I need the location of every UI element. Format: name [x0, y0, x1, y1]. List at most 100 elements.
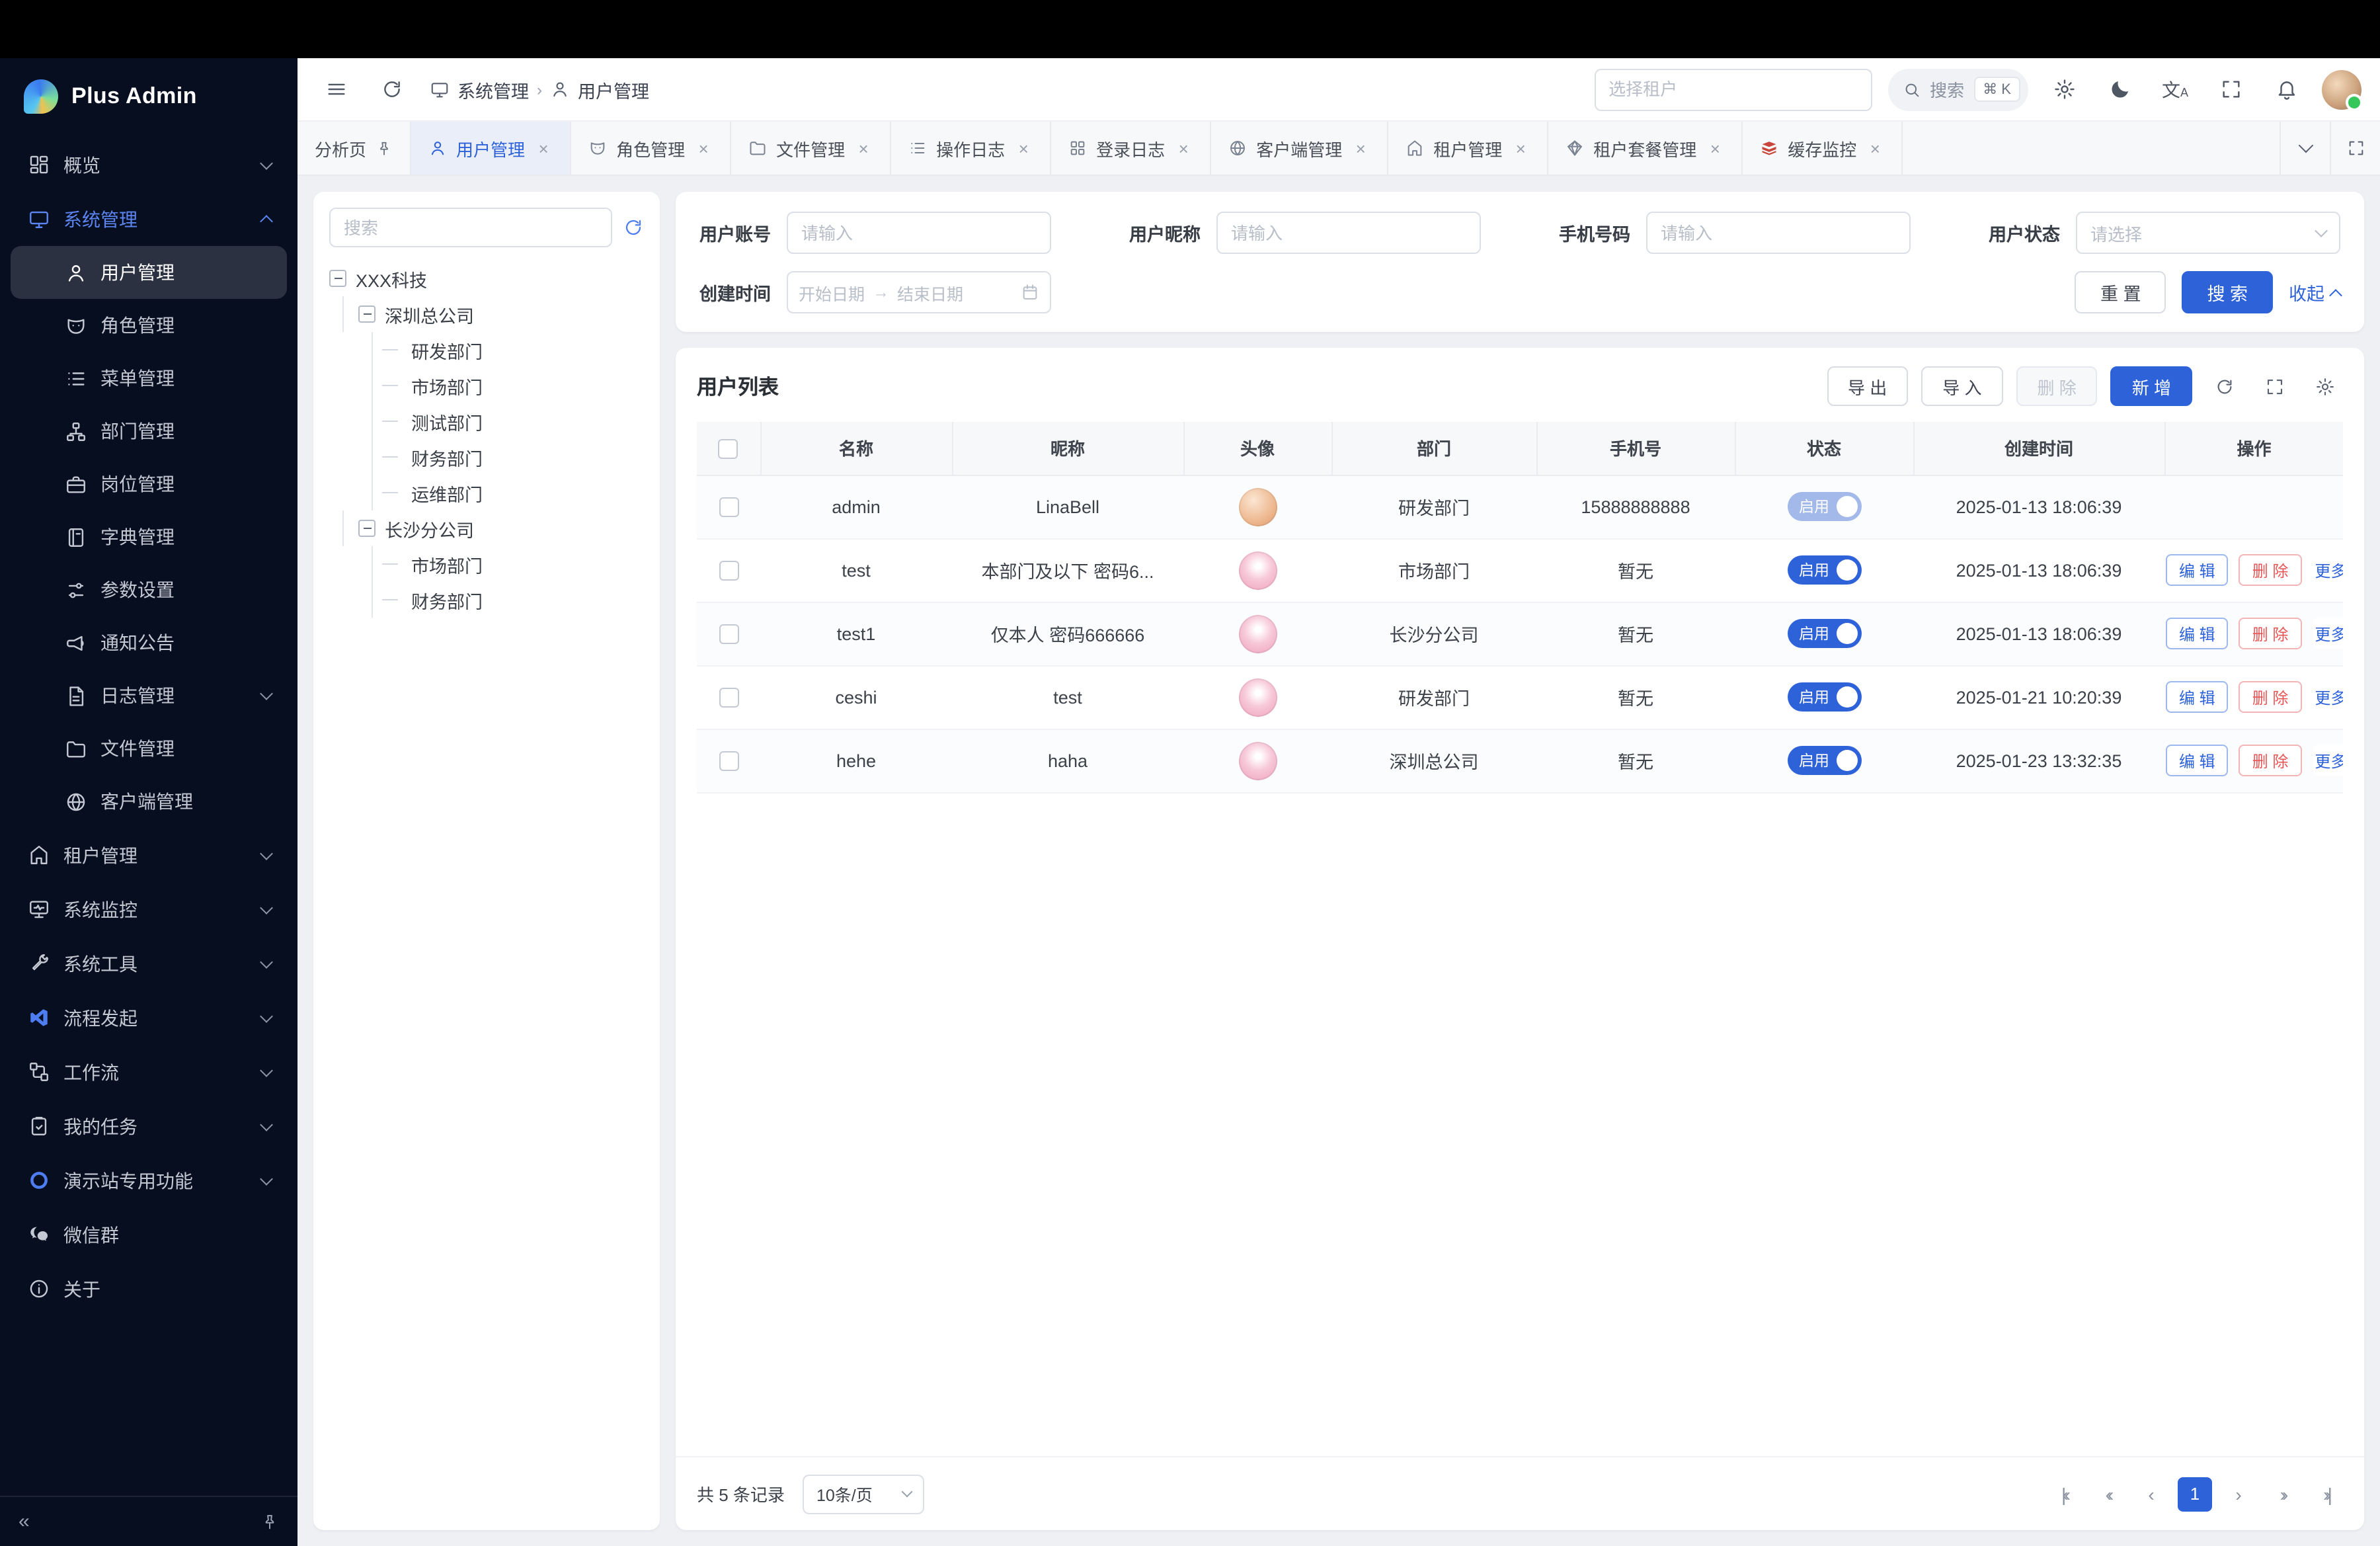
tab-close-icon[interactable]: [534, 138, 553, 158]
sidebar-item[interactable]: 概览: [11, 138, 287, 192]
row-checkbox[interactable]: [719, 751, 738, 771]
tab[interactable]: 分析页: [298, 122, 411, 175]
dark-mode-moon-icon[interactable]: [2100, 69, 2139, 109]
pin-sidebar-icon[interactable]: [260, 1512, 279, 1531]
tenant-select-input[interactable]: [1594, 68, 1872, 110]
tree-refresh-icon[interactable]: [623, 217, 644, 238]
sidebar-item[interactable]: 菜单管理: [11, 352, 287, 405]
tab-close-icon[interactable]: [1174, 138, 1193, 158]
row-delete-button[interactable]: 删 除: [2239, 745, 2302, 776]
nickname-input[interactable]: [1216, 212, 1481, 254]
global-search-button[interactable]: 搜索 ⌘ K: [1887, 68, 2028, 110]
tabs-fullscreen-button[interactable]: [2330, 122, 2380, 175]
sidebar-item[interactable]: 系统工具: [11, 936, 287, 991]
delete-button[interactable]: 删 除: [2016, 366, 2098, 406]
tree-expander-icon[interactable]: [358, 305, 376, 323]
sidebar-item[interactable]: 系统管理: [11, 192, 287, 246]
edit-button[interactable]: 编 辑: [2166, 554, 2229, 586]
tree-expander-icon[interactable]: [329, 270, 346, 287]
tab[interactable]: 操作日志: [891, 122, 1051, 175]
more-button[interactable]: 更多: [2312, 618, 2343, 649]
row-checkbox[interactable]: [719, 688, 738, 708]
add-button[interactable]: 新 增: [2111, 366, 2192, 406]
tree-node[interactable]: 财务部门: [329, 439, 644, 475]
page-size-select[interactable]: 10条/页: [803, 1474, 925, 1514]
tree-node[interactable]: 市场部门: [329, 368, 644, 403]
tab-close-icon[interactable]: [1351, 138, 1370, 158]
brand[interactable]: Plus Admin: [0, 58, 298, 135]
avatar[interactable]: [1238, 741, 1277, 780]
row-checkbox[interactable]: [719, 624, 738, 644]
select-all-checkbox[interactable]: [719, 439, 738, 459]
date-range-picker[interactable]: 开始日期 → 结束日期: [787, 271, 1051, 313]
tab-close-icon[interactable]: [694, 138, 713, 158]
sidebar-item[interactable]: 流程发起: [11, 991, 287, 1045]
edit-button[interactable]: 编 辑: [2166, 681, 2229, 713]
sidebar-item[interactable]: 部门管理: [11, 405, 287, 458]
sidebar-item[interactable]: 关于: [11, 1262, 287, 1316]
tab-close-icon[interactable]: [1014, 138, 1033, 158]
sidebar-item[interactable]: 通知公告: [11, 616, 287, 669]
sidebar-item[interactable]: 用户管理: [11, 246, 287, 299]
account-input[interactable]: [787, 212, 1051, 254]
user-avatar[interactable]: [2322, 69, 2361, 109]
notifications-bell-icon[interactable]: [2266, 69, 2306, 109]
tab-close-icon[interactable]: [1511, 138, 1530, 158]
tree-node[interactable]: 市场部门: [329, 546, 644, 582]
sidebar-item[interactable]: 工作流: [11, 1045, 287, 1099]
refresh-page-icon[interactable]: [372, 69, 411, 109]
last-page-button[interactable]: [2309, 1477, 2343, 1511]
collapse-filters-link[interactable]: 收起: [2289, 279, 2340, 305]
row-checkbox[interactable]: [719, 497, 738, 517]
status-toggle[interactable]: 启用: [1787, 682, 1861, 712]
sidebar-item[interactable]: 参数设置: [11, 563, 287, 616]
row-delete-button[interactable]: 删 除: [2239, 681, 2302, 713]
tab-close-icon[interactable]: [854, 138, 873, 158]
tab[interactable]: 角色管理: [571, 122, 731, 175]
more-button[interactable]: 更多: [2312, 681, 2343, 713]
breadcrumb-item-user[interactable]: 用户管理: [550, 76, 649, 102]
edit-button[interactable]: 编 辑: [2166, 745, 2229, 776]
avatar[interactable]: [1238, 614, 1277, 653]
tree-node[interactable]: 深圳总公司: [329, 296, 644, 332]
status-toggle[interactable]: 启用: [1787, 555, 1861, 585]
collapse-sidebar-icon[interactable]: «: [19, 1510, 27, 1533]
status-select[interactable]: 请选择: [2076, 212, 2340, 254]
status-toggle[interactable]: 启用: [1787, 619, 1861, 648]
tree-node[interactable]: 长沙分公司: [329, 510, 644, 546]
tab[interactable]: 用户管理: [411, 122, 571, 175]
search-button[interactable]: 搜 索: [2182, 271, 2273, 313]
avatar[interactable]: [1238, 551, 1277, 589]
sidebar-item[interactable]: 系统监控: [11, 882, 287, 936]
status-toggle[interactable]: 启用: [1787, 746, 1861, 775]
tree-node[interactable]: XXX科技: [329, 261, 644, 296]
sidebar-item[interactable]: 角色管理: [11, 299, 287, 352]
tree-node[interactable]: 财务部门: [329, 582, 644, 618]
next-page-button[interactable]: [2221, 1477, 2256, 1511]
settings-gear-icon[interactable]: [2044, 69, 2084, 109]
sidebar-item[interactable]: 演示站专用功能: [11, 1153, 287, 1207]
hamburger-menu-icon[interactable]: [316, 69, 356, 109]
sidebar-item[interactable]: 微信群: [11, 1207, 287, 1262]
table-row[interactable]: ceshi test 研发部门 暂无 启用: [697, 665, 2343, 729]
tree-node[interactable]: 测试部门: [329, 403, 644, 439]
table-refresh-icon[interactable]: [2205, 368, 2242, 405]
tab-close-icon[interactable]: [1866, 138, 1884, 158]
tree-node[interactable]: 研发部门: [329, 332, 644, 368]
tab-close-icon[interactable]: [1706, 138, 1724, 158]
table-row[interactable]: hehe haha 深圳总公司 暂无 启用: [697, 729, 2343, 792]
pin-icon[interactable]: [376, 140, 393, 157]
tree-node[interactable]: 运维部门: [329, 475, 644, 510]
tab[interactable]: 租户管理: [1388, 122, 1548, 175]
tab[interactable]: 缓存监控: [1743, 122, 1903, 175]
sidebar-item[interactable]: 我的任务: [11, 1099, 287, 1153]
fullscreen-icon[interactable]: [2211, 69, 2250, 109]
import-button[interactable]: 导 入: [1921, 366, 2003, 406]
tab[interactable]: 客户端管理: [1211, 122, 1388, 175]
fast-next-button[interactable]: [2265, 1477, 2299, 1511]
table-row[interactable]: admin LinaBell 研发部门 15888888888 启用: [697, 475, 2343, 538]
table-settings-icon[interactable]: [2306, 368, 2343, 405]
export-button[interactable]: 导 出: [1827, 366, 1908, 406]
phone-input[interactable]: [1646, 212, 1911, 254]
sidebar-item[interactable]: 日志管理: [11, 669, 287, 722]
